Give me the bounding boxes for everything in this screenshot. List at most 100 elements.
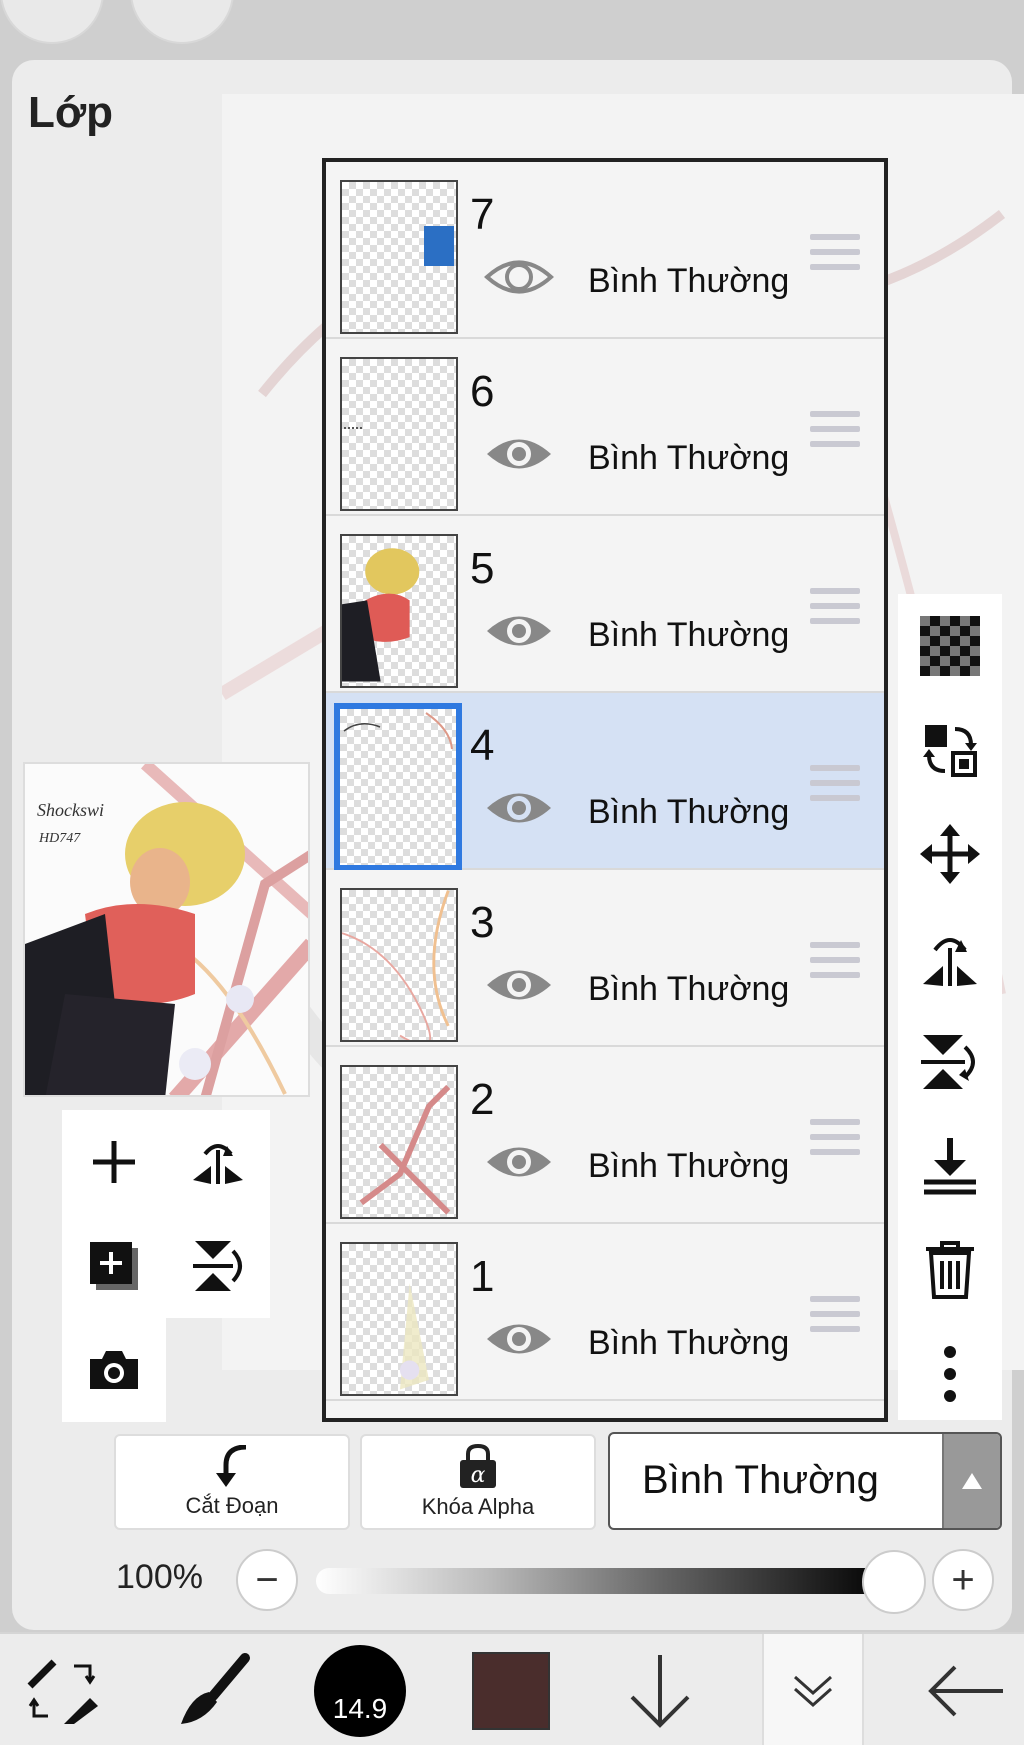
lock-alpha-icon: α xyxy=(460,1444,496,1488)
layer-row-1[interactable]: 1 Bình Thường xyxy=(326,1224,884,1401)
undo-button[interactable] xyxy=(0,0,104,44)
layer-row-4[interactable]: 4 Bình Thường xyxy=(326,693,884,871)
opacity-value: 100% xyxy=(116,1558,203,1596)
eye-icon[interactable] xyxy=(484,785,554,831)
layer-blend-mode: Bình Thường xyxy=(588,616,790,654)
flip-horizontal-button[interactable] xyxy=(166,1110,270,1214)
layer-thumbnail xyxy=(340,888,458,1042)
drag-handle-icon[interactable] xyxy=(810,765,860,805)
drag-handle-icon[interactable] xyxy=(810,942,860,982)
opacity-slider[interactable] xyxy=(316,1568,890,1594)
collapse-button[interactable] xyxy=(770,1634,856,1745)
drag-handle-icon[interactable] xyxy=(810,234,860,274)
blend-mode-value: Bình Thường xyxy=(642,1458,879,1502)
layer-blend-mode: Bình Thường xyxy=(588,439,790,477)
preview-signature2: HD747 xyxy=(38,831,81,846)
layer-row-2[interactable]: 2 Bình Thường xyxy=(326,1047,884,1224)
clip-label: Cắt Đoạn xyxy=(185,1493,279,1518)
flip-horizontal-button-right[interactable] xyxy=(898,906,1002,1010)
flip-vertical-button-right[interactable] xyxy=(898,1010,1002,1114)
transparency-button[interactable] xyxy=(898,594,1002,698)
layer-thumbnail xyxy=(340,1065,458,1219)
move-button[interactable] xyxy=(898,802,1002,906)
layer-thumbnail xyxy=(340,180,458,334)
bottom-toolbar: 14.9 xyxy=(0,1632,1024,1745)
move-icon xyxy=(920,824,980,884)
clip-arrow-icon xyxy=(216,1445,247,1487)
eye-icon[interactable] xyxy=(484,1316,554,1362)
color-button[interactable] xyxy=(470,1634,552,1745)
brush-size-button[interactable]: 14.9 xyxy=(312,1634,408,1745)
add-layer-icon xyxy=(93,1141,135,1183)
svg-text:α: α xyxy=(471,1463,486,1488)
drag-handle-icon[interactable] xyxy=(810,1119,860,1159)
alpha-lock-label: Khóa Alpha xyxy=(421,1494,535,1519)
layer-number: 7 xyxy=(470,190,495,239)
eye-icon[interactable] xyxy=(484,431,554,477)
arrow-down-icon xyxy=(630,1654,690,1728)
tool-switch-button[interactable] xyxy=(14,1634,110,1745)
layer-number: 4 xyxy=(470,721,495,770)
blend-mode-select[interactable]: Bình Thường xyxy=(608,1432,1002,1530)
trash-icon xyxy=(926,1241,974,1299)
preview-signature: Shockswi xyxy=(37,800,104,820)
camera-icon xyxy=(90,1351,138,1389)
merge-down-button[interactable] xyxy=(898,1114,1002,1218)
back-button[interactable] xyxy=(920,1634,1010,1745)
eye-icon[interactable] xyxy=(484,608,554,654)
add-copy-layer-button[interactable] xyxy=(62,1214,166,1318)
more-icon xyxy=(944,1346,956,1402)
layer-thumbnail xyxy=(340,534,458,688)
plus-icon: + xyxy=(951,1557,975,1602)
opacity-decrease-button[interactable]: − xyxy=(236,1549,298,1611)
layer-row-3[interactable]: 3 Bình Thường xyxy=(326,870,884,1047)
opacity-slider-handle[interactable] xyxy=(862,1550,926,1614)
clip-button[interactable]: Cắt Đoạn xyxy=(114,1434,350,1530)
layer-blend-mode: Bình Thường xyxy=(588,1324,790,1362)
double-chevron-down-icon xyxy=(794,1675,832,1707)
more-button[interactable] xyxy=(898,1322,1002,1426)
flip-vertical-icon xyxy=(921,1035,975,1089)
color-swatch xyxy=(472,1651,550,1730)
brush-size-value: 14.9 xyxy=(332,1692,388,1724)
flip-vertical-button[interactable] xyxy=(166,1214,270,1318)
brush-size-indicator: 14.9 xyxy=(314,1644,406,1737)
add-copy-layer-icon xyxy=(90,1242,138,1290)
canvas-preview[interactable]: Shockswi HD747 xyxy=(23,762,310,1097)
drag-handle-icon[interactable] xyxy=(810,588,860,628)
arrow-left-icon xyxy=(928,1665,1003,1716)
layer-swap-icon xyxy=(923,725,977,777)
opacity-increase-button[interactable]: + xyxy=(932,1549,994,1611)
layer-blend-mode: Bình Thường xyxy=(588,970,790,1008)
brush-button[interactable] xyxy=(160,1634,264,1745)
layer-list[interactable]: 7 Bình Thường 6 Bình Thường 5 Bình Thườn… xyxy=(322,158,888,1422)
transparency-checker-icon xyxy=(920,616,980,676)
right-toolbox xyxy=(898,594,1002,1420)
flip-horizontal-icon xyxy=(193,1144,243,1184)
drag-handle-icon[interactable] xyxy=(810,1296,860,1336)
alpha-lock-button[interactable]: α Khóa Alpha xyxy=(360,1434,596,1530)
flip-horizontal-icon xyxy=(923,938,977,986)
layer-row-5[interactable]: 5 Bình Thường xyxy=(326,516,884,693)
delete-layer-button[interactable] xyxy=(898,1218,1002,1322)
layer-thumbnail xyxy=(340,357,458,511)
layer-number: 3 xyxy=(470,898,495,947)
eye-outline-icon[interactable] xyxy=(484,254,554,300)
add-layer-button[interactable] xyxy=(62,1110,166,1214)
layer-down-button[interactable] xyxy=(620,1634,700,1745)
dropdown-arrow-icon[interactable] xyxy=(942,1434,1000,1528)
left-toolbox xyxy=(62,1110,270,1318)
layer-row-6[interactable]: 6 Bình Thường xyxy=(326,339,884,516)
camera-button[interactable] xyxy=(62,1318,166,1422)
layer-number: 5 xyxy=(470,544,495,593)
eye-icon[interactable] xyxy=(484,1139,554,1185)
layer-row-7[interactable]: 7 Bình Thường xyxy=(326,162,884,339)
brush-eraser-switch-icon xyxy=(27,1659,98,1724)
eye-icon[interactable] xyxy=(484,962,554,1008)
redo-button[interactable] xyxy=(130,0,234,44)
layer-number: 6 xyxy=(470,367,495,416)
minus-icon: − xyxy=(255,1557,279,1602)
drag-handle-icon[interactable] xyxy=(810,411,860,451)
layer-blend-mode: Bình Thường xyxy=(588,262,790,300)
layer-swap-button[interactable] xyxy=(898,698,1002,802)
